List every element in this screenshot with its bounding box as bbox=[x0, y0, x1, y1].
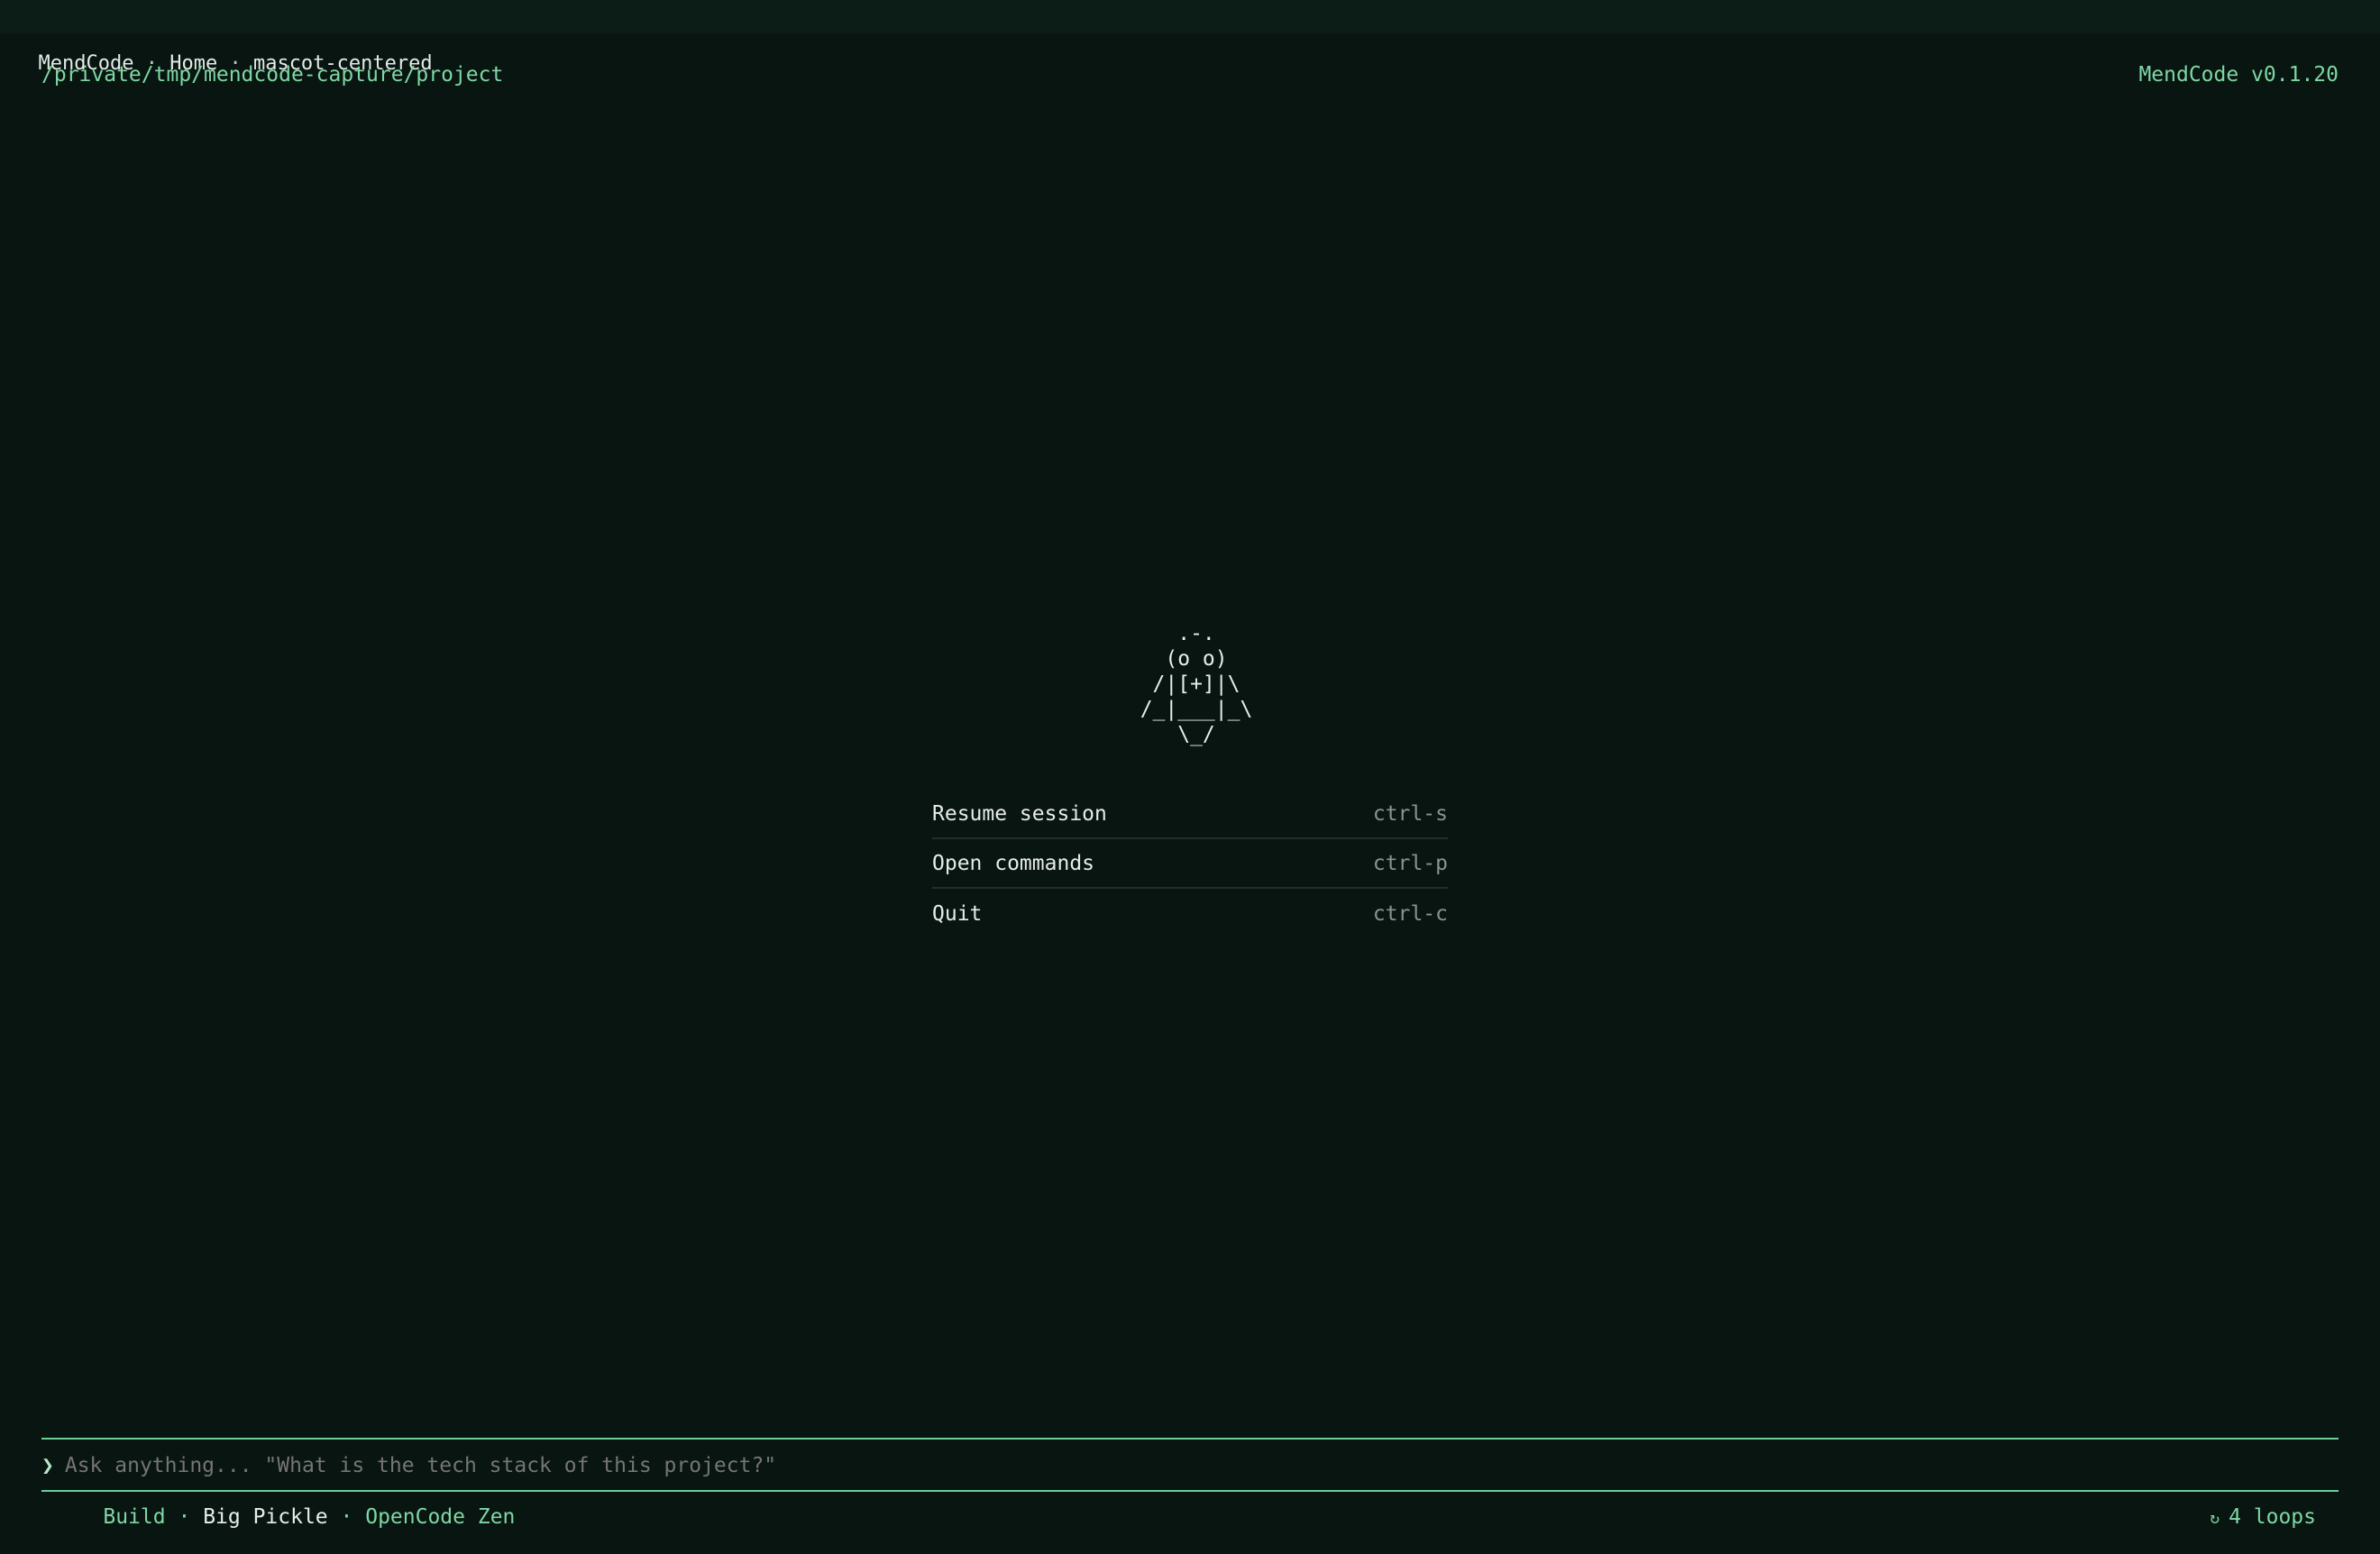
mode-label[interactable]: Build bbox=[103, 1505, 165, 1529]
status-left: Build · Big Pickle · OpenCode Zen bbox=[53, 1482, 515, 1552]
menu-item-open-commands[interactable]: Open commands ctrl-p bbox=[932, 839, 1448, 889]
provider-label[interactable]: OpenCode Zen bbox=[365, 1505, 515, 1529]
project-path: /private/tmp/mendcode-capture/project bbox=[41, 63, 504, 87]
menu-item-shortcut: ctrl-p bbox=[1372, 851, 1448, 875]
prompt-chevron-icon: ❯ bbox=[41, 1453, 54, 1477]
model-label[interactable]: Big Pickle bbox=[203, 1505, 327, 1529]
prompt-input[interactable] bbox=[64, 1453, 2339, 1477]
menu-item-shortcut: ctrl-s bbox=[1372, 801, 1448, 826]
loops-count: 4 loops bbox=[2229, 1505, 2316, 1529]
mascot-line: /_|___|_\ bbox=[1140, 698, 1253, 721]
menu-item-quit[interactable]: Quit ctrl-c bbox=[932, 889, 1448, 938]
loop-icon: ↻ bbox=[2210, 1509, 2220, 1528]
mascot-line: /|[+]|\ bbox=[1152, 672, 1240, 696]
mascot-ascii-art: .-. (o o) /|[+]|\ /_|___|_\ \_/ bbox=[0, 621, 2380, 747]
menu-item-label: Open commands bbox=[932, 851, 1095, 875]
status-bar: Build · Big Pickle · OpenCode Zen ↻ 4 loo… bbox=[53, 1504, 2316, 1531]
menu-item-label: Resume session bbox=[932, 801, 1107, 826]
menu-item-shortcut: ctrl-c bbox=[1372, 901, 1448, 926]
status-right: ↻ 4 loops bbox=[2160, 1482, 2316, 1552]
status-separator: · bbox=[327, 1505, 366, 1529]
title-bar: MendCode · Home · mascot-centered bbox=[0, 0, 2380, 75]
mascot-line: \_/ bbox=[1177, 723, 1215, 746]
status-separator: · bbox=[165, 1505, 204, 1529]
home-menu: Resume session ctrl-s Open commands ctrl… bbox=[932, 790, 1448, 938]
menu-item-label: Quit bbox=[932, 901, 983, 926]
mascot-line: .-. bbox=[1177, 622, 1215, 645]
mascot-line: (o o) bbox=[1165, 647, 1228, 671]
app-version: MendCode v0.1.20 bbox=[2138, 63, 2339, 87]
menu-item-resume-session[interactable]: Resume session ctrl-s bbox=[932, 790, 1448, 839]
